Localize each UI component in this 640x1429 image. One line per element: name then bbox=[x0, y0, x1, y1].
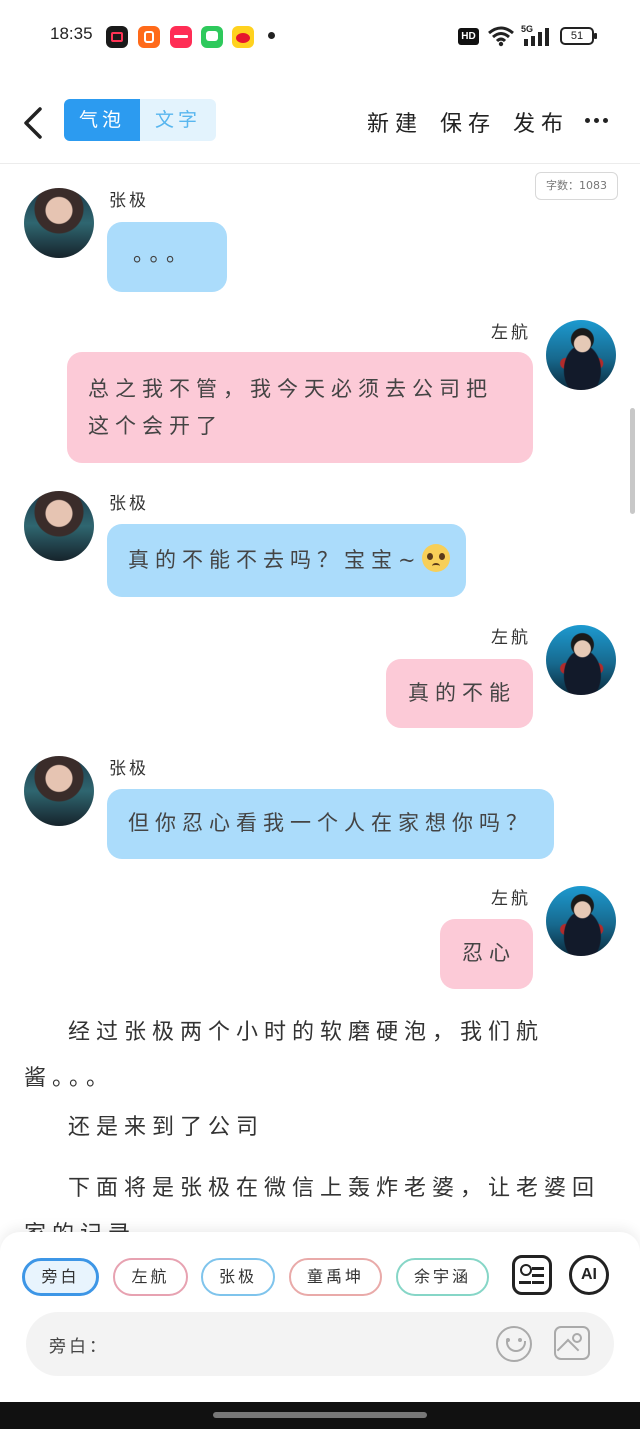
tab-bubble[interactable]: 气泡 bbox=[64, 99, 140, 141]
more-icon[interactable] bbox=[585, 118, 613, 126]
sender-name: 左航 bbox=[491, 889, 531, 909]
message-line: 这个会开了 bbox=[88, 414, 223, 438]
emoji-icon[interactable] bbox=[496, 1326, 532, 1362]
avatar-zhangji[interactable] bbox=[24, 188, 94, 258]
sender-name: 左航 bbox=[491, 323, 531, 343]
hd-badge: HD bbox=[458, 28, 479, 45]
message-bubble[interactable]: 忍心 bbox=[440, 919, 533, 989]
notification-dot bbox=[268, 32, 275, 39]
svg-text:5G: 5G bbox=[521, 24, 533, 34]
narration-line: 家的记录 bbox=[24, 1212, 624, 1232]
character-chip-zhangji[interactable]: 张极 bbox=[201, 1258, 275, 1296]
xiaohongshu-icon bbox=[170, 26, 192, 48]
character-chip-zuohang[interactable]: 左航 bbox=[113, 1258, 188, 1296]
image-icon[interactable] bbox=[554, 1326, 590, 1360]
new-button[interactable]: 新建 bbox=[367, 106, 423, 138]
input-speaker-label: 旁白： bbox=[49, 1337, 109, 1357]
narration-line: 酱。。。 bbox=[24, 1066, 115, 1091]
message-bubble[interactable]: 。。。 bbox=[107, 222, 227, 292]
avatar-zuohang[interactable] bbox=[546, 320, 616, 390]
status-time: 18:35 bbox=[50, 24, 93, 43]
avatar-zhangji[interactable] bbox=[24, 491, 94, 561]
message-bubble[interactable]: 但你忍心看我一个人在家想你吗？ bbox=[107, 789, 554, 859]
status-bar: 18:35 HD 5G 51 bbox=[0, 0, 640, 72]
back-arrow-icon[interactable] bbox=[20, 106, 50, 140]
scrollbar[interactable] bbox=[630, 408, 635, 514]
home-indicator[interactable] bbox=[213, 1412, 427, 1418]
message-text: 真的不能不去吗？宝宝~ bbox=[128, 548, 422, 572]
narration-paragraph[interactable]: 下面将是张极在微信上轰炸老婆，让老婆回 家的记录 bbox=[24, 1166, 624, 1232]
message-bubble[interactable]: 总之我不管，我今天必须去公司把 这个会开了 bbox=[67, 352, 533, 463]
sender-name: 左航 bbox=[491, 628, 531, 648]
word-count-badge: 字数：1083 bbox=[535, 172, 618, 200]
ai-button[interactable]: AI bbox=[569, 1255, 609, 1295]
narration-line: 经过张极两个小时的软磨硬泡，我们航 bbox=[68, 1020, 545, 1045]
input-panel: 旁白 左航 张极 童禹坤 余宇涵 AI 旁白： bbox=[0, 1232, 640, 1402]
sender-name: 张极 bbox=[109, 191, 149, 211]
sender-name: 张极 bbox=[109, 759, 149, 779]
publish-button[interactable]: 发布 bbox=[513, 106, 569, 138]
system-nav-bar bbox=[0, 1402, 640, 1429]
character-chip-narrator[interactable]: 旁白 bbox=[22, 1258, 99, 1296]
character-chip-yuyuhan[interactable]: 余宇涵 bbox=[396, 1258, 489, 1296]
wifi-icon bbox=[488, 26, 514, 47]
avatar-zuohang[interactable] bbox=[546, 886, 616, 956]
signal-5g-icon: 5G bbox=[521, 24, 549, 46]
kuaishou-icon bbox=[138, 26, 160, 48]
editor-toolbar: 气泡 文字 新建 保存 发布 bbox=[0, 88, 640, 164]
message-app-icon bbox=[201, 26, 223, 48]
avatar-zhangji[interactable] bbox=[24, 756, 94, 826]
battery-indicator: 51 bbox=[560, 27, 597, 45]
tab-text[interactable]: 文字 bbox=[140, 99, 216, 141]
message-input[interactable]: 旁白： bbox=[26, 1312, 614, 1376]
avatar-zuohang[interactable] bbox=[546, 625, 616, 695]
message-bubble[interactable]: 真的不能不去吗？宝宝~ bbox=[107, 524, 466, 597]
message-bubble[interactable]: 真的不能 bbox=[386, 659, 533, 728]
character-chip-tongyukun[interactable]: 童禹坤 bbox=[289, 1258, 382, 1296]
video-app-icon bbox=[106, 26, 128, 48]
save-button[interactable]: 保存 bbox=[440, 106, 496, 138]
character-card-icon[interactable] bbox=[512, 1255, 552, 1295]
pleading-face-emoji-icon bbox=[421, 544, 450, 572]
narration-paragraph[interactable]: 经过张极两个小时的软磨硬泡，我们航 酱。。。 bbox=[24, 1010, 614, 1102]
narration-line: 下面将是张极在微信上轰炸老婆，让老婆回 bbox=[68, 1176, 601, 1201]
narration-paragraph[interactable]: 还是来到了公司 bbox=[68, 1105, 264, 1151]
message-line: 总之我不管，我今天必须去公司把 bbox=[88, 377, 493, 401]
sender-name: 张极 bbox=[109, 494, 149, 514]
weibo-icon bbox=[232, 26, 254, 48]
